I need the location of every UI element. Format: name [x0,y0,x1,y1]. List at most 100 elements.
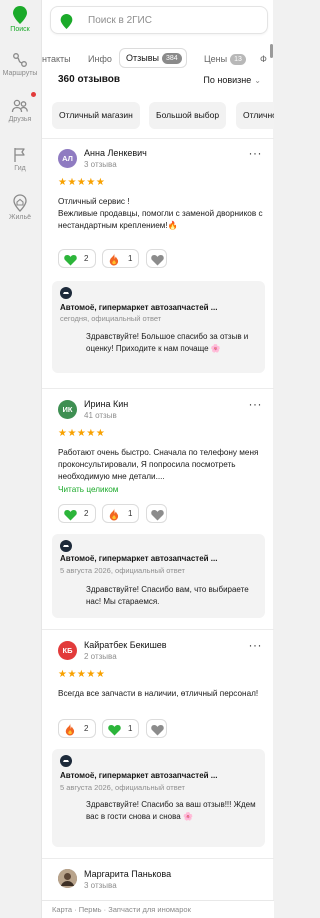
rail-label: Гид [14,165,26,172]
review-text: Отличный сервис ! Вежливые продавцы, пом… [58,197,263,230]
scrollbar[interactable] [270,44,273,58]
fire-icon [108,253,120,271]
reaction-add[interactable] [146,719,167,738]
chevron-down-icon: ⌄ [254,76,261,85]
reaction-add[interactable] [146,504,167,523]
rail-item-housing[interactable]: Жильё [0,194,40,221]
author-name[interactable]: Анна Ленкевич [84,148,147,158]
review-text: Всегда все запчасти в наличии, өтличный … [58,689,259,698]
rail-item-guide[interactable]: Гид [0,147,40,172]
reaction-add[interactable] [146,249,167,268]
green-heart-icon [64,253,77,271]
grey-heart-icon [151,253,164,271]
tab-contacts[interactable]: нтакты [42,50,71,68]
reply-org-name[interactable]: Автомоё, гипермаркет автозапчастей ... [60,303,217,312]
sort-label: По новизне [203,75,252,85]
rating-stars: ★★★★★ [58,669,106,680]
avatar-photo [58,869,77,888]
avatar[interactable]: ИК [58,400,77,419]
reaction-count: 2 [84,254,89,263]
reply-org-name[interactable]: Автомоё, гипермаркет автозапчастей ... [60,554,217,563]
avatar[interactable] [58,869,77,888]
review-card: КБ Кайратбек Бекишев 2 отзыва ··· ★★★★★ … [42,637,274,857]
reply-text: Здравствуйте! Спасибо за ваш отзыв!!! Жд… [86,800,256,821]
review-card: ИК Ирина Кин 41 отзыв ··· ★★★★★ Работают… [42,396,274,631]
fire-icon [64,723,76,741]
divider [42,138,274,139]
company-logo-icon [60,287,72,299]
reaction-count: 1 [128,509,133,518]
avatar[interactable]: АЛ [58,149,77,168]
rail-item-friends[interactable]: Друзья [0,92,40,123]
breadcrumb-footer[interactable]: Карта · Пермь · Запчасти для иномарок [42,900,274,918]
tab-bar: нтакты Инфо Отзывы 384 Цены 13 Ф [42,46,274,72]
reaction-heart-green[interactable]: 1 [102,719,139,738]
tab-label: Цены [204,54,228,64]
author-name[interactable]: Кайратбек Бекишев [84,640,167,650]
reaction-count: 1 [128,724,133,733]
count-badge: 384 [161,53,182,64]
count-badge: 13 [230,54,246,65]
green-heart-icon [64,508,77,526]
company-logo-icon [60,540,72,552]
reaction-fire[interactable]: 1 [102,504,139,523]
official-reply: Автомоё, гипермаркет автозапчастей ... с… [52,281,265,373]
tag-chip[interactable]: Большой выбор [149,102,227,129]
reply-date: 5 августа 2026, официальный ответ [60,783,185,792]
author-reviews-count: 3 отзыва [84,160,117,169]
author-reviews-count: 41 отзыв [84,411,117,420]
pin-icon [13,6,27,24]
place-panel: Поиск в 2ГИС нтакты Инфо Отзывы 384 Цены 1… [41,0,274,918]
reaction-count: 1 [128,254,133,263]
divider [42,858,274,859]
rail-label: Друзья [8,116,32,123]
official-reply: Автомоё, гипермаркет автозапчастей ... 5… [52,534,265,618]
company-logo-icon [60,755,72,767]
reaction-count: 2 [84,724,89,733]
reaction-heart-green[interactable]: 2 [58,504,96,523]
avatar[interactable]: КБ [58,641,77,660]
notification-dot [31,92,36,97]
reaction-heart-green[interactable]: 2 [58,249,96,268]
sort-dropdown[interactable]: По новизне ⌄ [203,75,261,85]
review-card: Маргарита Панькова 3 отзыва [42,866,274,898]
divider [42,388,274,389]
rating-stars: ★★★★★ [58,428,106,439]
tag-chip[interactable]: Отличный магазин [52,102,140,129]
rail-item-search[interactable]: Поиск [0,6,40,33]
reply-org-name[interactable]: Автомоё, гипермаркет автозапчастей ... [60,771,217,780]
rail-item-routes[interactable]: Маршруты [0,52,40,77]
grey-heart-icon [151,508,164,526]
tab-reviews[interactable]: Отзывы 384 [119,48,187,68]
tab-info[interactable]: Инфо [88,50,112,68]
route-icon [13,53,27,67]
left-rail: Поиск Маршруты Друзья Гид Жильё [0,0,40,918]
read-more-link[interactable]: Читать целиком [58,485,118,494]
author-reviews-count: 3 отзыва [84,881,117,890]
reaction-fire[interactable]: 1 [102,249,139,268]
reply-date: сегодня, официальный ответ [60,314,162,323]
more-options-icon[interactable]: ··· [249,397,263,411]
reply-text: Здравствуйте! Большое спасибо за отзыв и… [86,332,249,353]
more-options-icon[interactable]: ··· [249,638,263,652]
reviews-count: 360 отзывов [58,74,121,85]
friends-icon [11,99,28,113]
tag-chip[interactable]: Отличное [236,102,274,129]
green-heart-icon [108,723,121,741]
grey-heart-icon [151,723,164,741]
fire-icon [108,508,120,526]
author-name[interactable]: Ирина Кин [84,399,128,409]
review-card: АЛ Анна Ленкевич 3 отзыва ··· ★★★★★ Отли… [42,145,274,390]
author-name[interactable]: Маргарита Панькова [84,869,171,879]
official-reply: Автомоё, гипермаркет автозапчастей ... 5… [52,749,265,847]
more-options-icon[interactable]: ··· [249,146,263,160]
search-bar[interactable]: Поиск в 2ГИС [50,6,268,34]
tab-photos[interactable]: Ф [260,50,267,68]
reaction-fire[interactable]: 2 [58,719,96,738]
rail-label: Поиск [10,26,30,33]
divider [42,629,274,630]
rail-label: Жильё [9,214,31,221]
flag-icon [14,148,25,162]
search-placeholder: Поиск в 2ГИС [88,15,152,26]
tab-prices[interactable]: Цены 13 [204,50,246,68]
